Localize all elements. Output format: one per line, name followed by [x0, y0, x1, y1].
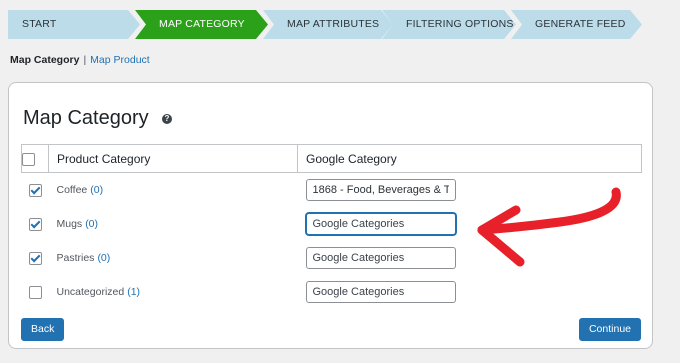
product-count-link[interactable]: (0) — [90, 184, 103, 196]
google-category-input[interactable] — [305, 247, 456, 269]
product-count-link[interactable]: (1) — [127, 286, 140, 298]
row-checkbox[interactable] — [28, 251, 42, 265]
step-label: START — [22, 18, 57, 30]
google-category-input[interactable] — [305, 213, 456, 235]
page-title: Map Category — [23, 107, 149, 129]
step-label: MAP ATTRIBUTES — [287, 18, 380, 30]
product-category-name: Uncategorized — [56, 286, 125, 298]
step-map-attributes[interactable]: MAP ATTRIBUTES — [263, 10, 393, 39]
google-category-header: Google Category — [297, 144, 642, 173]
row-checkbox[interactable] — [28, 183, 42, 197]
continue-button[interactable]: Continue — [578, 318, 641, 341]
step-map-category[interactable]: MAP CATEGORY — [135, 10, 268, 39]
step-label: FILTERING OPTIONS — [406, 18, 514, 30]
step-label: GENERATE FEED — [535, 18, 626, 30]
help-icon[interactable]: ? — [162, 114, 172, 124]
red-arrow-icon — [477, 187, 621, 267]
step-label: MAP CATEGORY — [159, 18, 245, 30]
map-product-link[interactable]: Map Product — [90, 54, 150, 66]
product-count-link[interactable]: (0) — [97, 252, 110, 264]
table-header-row: Product Category Google Category — [21, 144, 642, 173]
subnav-current: Map Category — [10, 54, 80, 66]
row-checkbox[interactable] — [28, 217, 42, 231]
product-category-header: Product Category — [48, 144, 298, 173]
back-button[interactable]: Back — [21, 318, 65, 341]
product-count-link[interactable]: (0) — [85, 218, 98, 230]
step-start[interactable]: START — [8, 10, 140, 39]
select-all-header — [21, 144, 49, 173]
subnav-separator: | — [83, 54, 87, 66]
table-row: Uncategorized (1) — [22, 275, 642, 309]
row-checkbox[interactable] — [28, 285, 42, 299]
google-category-input[interactable] — [305, 179, 456, 201]
select-all-checkbox[interactable] — [22, 152, 35, 166]
product-category-name: Mugs — [56, 218, 83, 230]
google-category-input[interactable] — [305, 281, 456, 303]
product-category-name: Coffee — [56, 184, 88, 196]
product-category-name: Pastries — [56, 252, 95, 264]
sub-navigation: Map Category | Map Product — [10, 54, 150, 66]
step-generate-feed[interactable]: GENERATE FEED — [511, 10, 642, 39]
step-filtering-options[interactable]: FILTERING OPTIONS — [382, 10, 516, 39]
